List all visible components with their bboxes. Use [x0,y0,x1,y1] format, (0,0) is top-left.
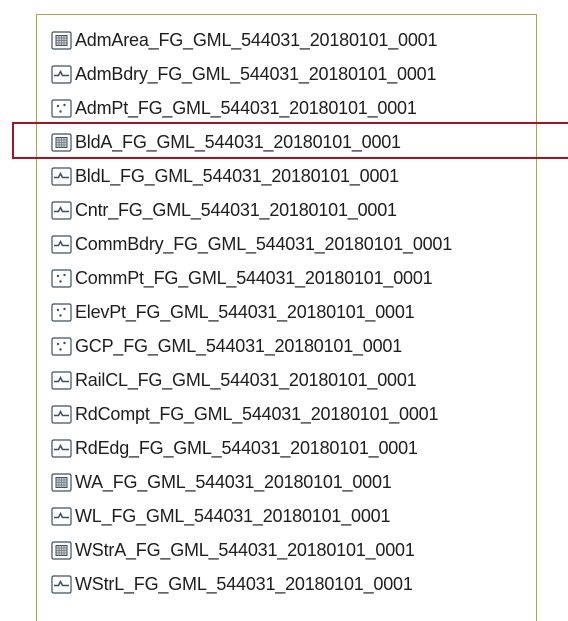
layer-label: RdEdg_FG_GML_544031_20180101_0001 [75,437,418,458]
line-layer-icon [51,574,72,594]
point-layer-icon [51,268,72,288]
layer-item[interactable]: BldL_FG_GML_544031_20180101_0001 [51,159,452,193]
layer-item[interactable]: WA_FG_GML_544031_20180101_0001 [51,465,452,499]
layer-label: WStrL_FG_GML_544031_20180101_0001 [75,573,413,594]
layer-list-panel: AdmArea_FG_GML_544031_20180101_0001 AdmB… [36,14,537,621]
layer-list: AdmArea_FG_GML_544031_20180101_0001 AdmB… [51,23,452,601]
layer-label: WA_FG_GML_544031_20180101_0001 [75,471,392,492]
layer-label: RailCL_FG_GML_544031_20180101_0001 [75,369,417,390]
layer-item[interactable]: WStrA_FG_GML_544031_20180101_0001 [51,533,452,567]
layer-item[interactable]: BldA_FG_GML_544031_20180101_0001 [51,125,452,159]
layer-item[interactable]: AdmArea_FG_GML_544031_20180101_0001 [51,23,452,57]
point-layer-icon [51,98,72,118]
layer-item[interactable]: GCP_FG_GML_544031_20180101_0001 [51,329,452,363]
point-layer-icon [51,302,72,322]
line-layer-icon [51,438,72,458]
line-layer-icon [51,200,72,220]
layer-item[interactable]: CommPt_FG_GML_544031_20180101_0001 [51,261,452,295]
line-layer-icon [51,234,72,254]
layer-item[interactable]: CommBdry_FG_GML_544031_20180101_0001 [51,227,452,261]
line-layer-icon [51,506,72,526]
layer-label: CommBdry_FG_GML_544031_20180101_0001 [75,233,453,254]
layer-item[interactable]: AdmBdry_FG_GML_544031_20180101_0001 [51,57,452,91]
layer-item[interactable]: RailCL_FG_GML_544031_20180101_0001 [51,363,452,397]
polygon-layer-icon [51,132,72,152]
layer-label: RdCompt_FG_GML_544031_20180101_0001 [75,403,439,424]
layer-item[interactable]: ElevPt_FG_GML_544031_20180101_0001 [51,295,452,329]
layer-item[interactable]: WL_FG_GML_544031_20180101_0001 [51,499,452,533]
layer-label: BldA_FG_GML_544031_20180101_0001 [75,131,401,152]
polygon-layer-icon [51,30,72,50]
layer-label: AdmPt_FG_GML_544031_20180101_0001 [75,97,417,118]
layer-label: ElevPt_FG_GML_544031_20180101_0001 [75,301,415,322]
layer-label: GCP_FG_GML_544031_20180101_0001 [75,335,403,356]
layer-label: BldL_FG_GML_544031_20180101_0001 [75,165,399,186]
layer-item[interactable]: RdEdg_FG_GML_544031_20180101_0001 [51,431,452,465]
line-layer-icon [51,166,72,186]
layer-label: AdmBdry_FG_GML_544031_20180101_0001 [75,63,437,84]
layer-label: AdmArea_FG_GML_544031_20180101_0001 [75,29,438,50]
line-layer-icon [51,64,72,84]
line-layer-icon [51,404,72,424]
layer-label: WL_FG_GML_544031_20180101_0001 [75,505,391,526]
polygon-layer-icon [51,540,72,560]
layer-item[interactable]: AdmPt_FG_GML_544031_20180101_0001 [51,91,452,125]
line-layer-icon [51,370,72,390]
layer-item[interactable]: RdCompt_FG_GML_544031_20180101_0001 [51,397,452,431]
layer-item[interactable]: WStrL_FG_GML_544031_20180101_0001 [51,567,452,601]
layer-label: WStrA_FG_GML_544031_20180101_0001 [75,539,415,560]
layer-item[interactable]: Cntr_FG_GML_544031_20180101_0001 [51,193,452,227]
layer-label: CommPt_FG_GML_544031_20180101_0001 [75,267,433,288]
polygon-layer-icon [51,472,72,492]
point-layer-icon [51,336,72,356]
layer-label: Cntr_FG_GML_544031_20180101_0001 [75,199,397,220]
